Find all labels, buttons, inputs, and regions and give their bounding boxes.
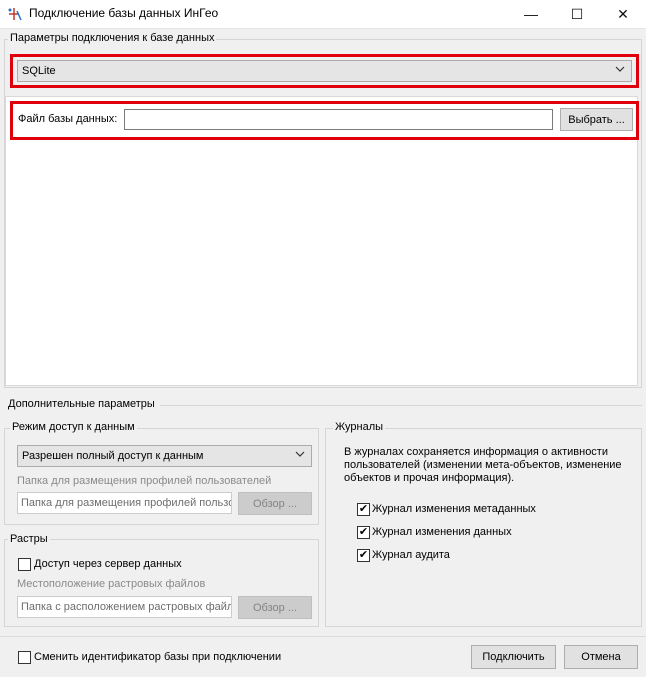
checkmark-icon: ✔	[358, 503, 369, 515]
connect-label: Подключить	[482, 651, 545, 663]
journal-data-label[interactable]: Журнал изменения данных	[372, 526, 512, 538]
maximize-button[interactable]: ☐	[554, 0, 600, 28]
journal-metadata-checkbox[interactable]: ✔	[357, 503, 370, 516]
chevron-down-icon	[615, 64, 625, 77]
profiles-folder-placeholder: Папка для размещения профилей пользовате…	[21, 497, 232, 509]
select-file-label: Выбрать ...	[568, 113, 625, 126]
profiles-browse-label: Обзор ...	[253, 497, 297, 510]
raster-location-placeholder: Папка с расположением растровых файлов	[21, 601, 232, 613]
database-file-input[interactable]	[124, 109, 553, 130]
footer-divider	[0, 636, 646, 637]
connection-group-label: Параметры подключения к базе данных	[8, 32, 217, 44]
profiles-folder-label: Папка для размещения профилей пользовате…	[17, 475, 272, 487]
connect-button[interactable]: Подключить	[471, 645, 556, 669]
select-file-button[interactable]: Выбрать ...	[560, 108, 633, 131]
journal-audit-label[interactable]: Журнал аудита	[372, 549, 450, 561]
cancel-label: Отмена	[581, 651, 621, 663]
access-mode-group-label: Режим доступ к данным	[10, 421, 137, 433]
change-id-label[interactable]: Сменить идентификатор базы при подключен…	[34, 651, 281, 663]
close-icon: ✕	[617, 5, 629, 22]
journals-description: В журналах сохраняется информация о акти…	[344, 446, 622, 484]
ingeo-app-icon	[7, 6, 23, 22]
raster-browse-label: Обзор ...	[253, 601, 297, 614]
additional-params-label: Дополнительные параметры	[8, 398, 155, 410]
journal-metadata-label[interactable]: Журнал изменения метаданных	[372, 503, 536, 515]
raster-location-input[interactable]: Папка с расположением растровых файлов	[17, 596, 232, 618]
access-mode-dropdown[interactable]: Разрешен полный доступ к данным	[17, 445, 312, 467]
window-title: Подключение базы данных ИнГео	[29, 6, 219, 20]
server-access-checkbox[interactable]	[18, 558, 31, 571]
journal-data-checkbox[interactable]: ✔	[357, 526, 370, 539]
chevron-down-icon	[295, 449, 305, 462]
raster-location-label: Местоположение растровых файлов	[17, 578, 206, 590]
additional-params-divider	[160, 405, 642, 406]
minimize-icon: —	[524, 6, 538, 22]
profiles-folder-input[interactable]: Папка для размещения профилей пользовате…	[17, 492, 232, 514]
cancel-button[interactable]: Отмена	[564, 645, 638, 669]
title-bar: Подключение базы данных ИнГео — ☐ ✕	[0, 0, 646, 28]
journals-group-label: Журналы	[333, 421, 386, 433]
provider-value: SQLite	[22, 65, 56, 77]
provider-dropdown[interactable]: SQLite	[17, 60, 632, 82]
maximize-icon: ☐	[570, 5, 584, 22]
profiles-browse-button[interactable]: Обзор ...	[238, 492, 312, 515]
close-button[interactable]: ✕	[600, 0, 646, 28]
change-id-checkbox[interactable]	[18, 651, 31, 664]
rasters-group-label: Растры	[8, 533, 50, 545]
checkmark-icon: ✔	[358, 549, 369, 561]
raster-browse-button[interactable]: Обзор ...	[238, 596, 312, 619]
server-access-label[interactable]: Доступ через сервер данных	[34, 558, 182, 570]
file-label: Файл базы данных:	[18, 113, 118, 125]
checkmark-icon: ✔	[358, 526, 369, 538]
journal-audit-checkbox[interactable]: ✔	[357, 549, 370, 562]
access-mode-value: Разрешен полный доступ к данным	[22, 450, 204, 462]
minimize-button[interactable]: —	[508, 0, 554, 28]
